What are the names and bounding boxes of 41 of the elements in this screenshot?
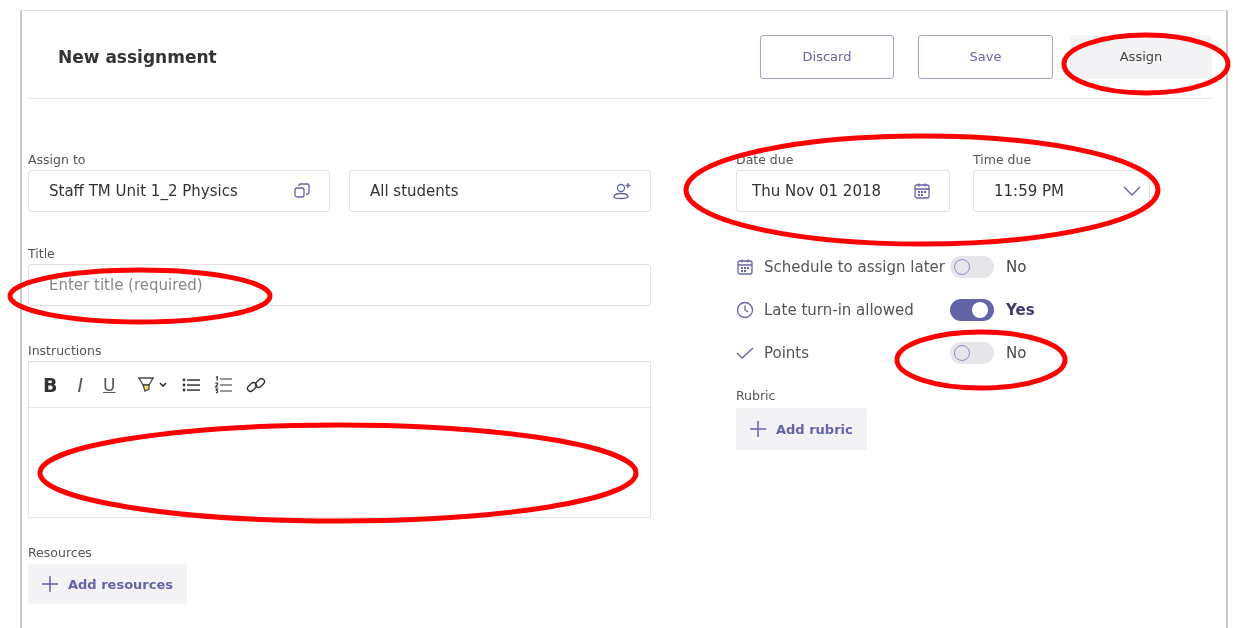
toggle-switch[interactable] xyxy=(950,298,994,321)
toggle-value: Yes xyxy=(1006,300,1035,319)
option-label: Late turn-in allowed xyxy=(764,300,915,319)
toggle-switch[interactable] xyxy=(950,341,994,364)
option-label: Points xyxy=(764,343,811,362)
calendar-icon xyxy=(913,182,931,200)
bold-button[interactable]: B xyxy=(43,371,58,398)
add-rubric-button[interactable]: Add rubric xyxy=(736,408,867,450)
class-field[interactable]: Staff TM Unit 1_2 Physics xyxy=(28,170,330,212)
add-person-icon xyxy=(612,182,632,200)
plus-icon xyxy=(750,421,766,437)
highlighter-icon[interactable] xyxy=(135,374,168,395)
numbered-list-icon[interactable] xyxy=(213,375,232,394)
plus-icon xyxy=(42,576,58,592)
copy-icon xyxy=(293,182,311,200)
bulleted-list-icon[interactable] xyxy=(181,376,200,393)
field-label: Title xyxy=(28,246,55,262)
field-label: Rubric xyxy=(736,388,776,404)
clock-icon xyxy=(736,300,754,319)
field-label: Resources xyxy=(28,545,92,561)
students-field[interactable]: All students xyxy=(349,170,651,212)
toggle-switch[interactable] xyxy=(950,255,994,278)
check-icon xyxy=(736,345,754,360)
italic-button[interactable]: I xyxy=(77,371,84,398)
underline-button[interactable]: U xyxy=(103,371,116,398)
field-label: Time due xyxy=(973,152,1032,168)
toggle-value: No xyxy=(1006,343,1027,362)
title-field[interactable]: Enter title (required) xyxy=(28,264,651,306)
calendar-icon xyxy=(736,257,754,276)
page-title: New assignment xyxy=(58,46,218,67)
chevron-down-icon xyxy=(1123,186,1141,196)
add-resources-button[interactable]: Add resources xyxy=(28,564,188,604)
toggle-value: No xyxy=(1006,257,1027,276)
action-button[interactable]: Save xyxy=(918,34,1053,79)
instructions-editor[interactable]: B I U xyxy=(28,361,651,518)
action-button[interactable]: Discard xyxy=(760,34,894,79)
time-dropdown[interactable]: 11:59 PM xyxy=(973,170,1150,212)
date-field[interactable]: Thu Nov 01 2018 xyxy=(736,170,950,212)
option-label: Schedule to assign later xyxy=(764,257,946,276)
field-label: Instructions xyxy=(28,343,102,359)
field-label: Assign to xyxy=(28,152,86,168)
